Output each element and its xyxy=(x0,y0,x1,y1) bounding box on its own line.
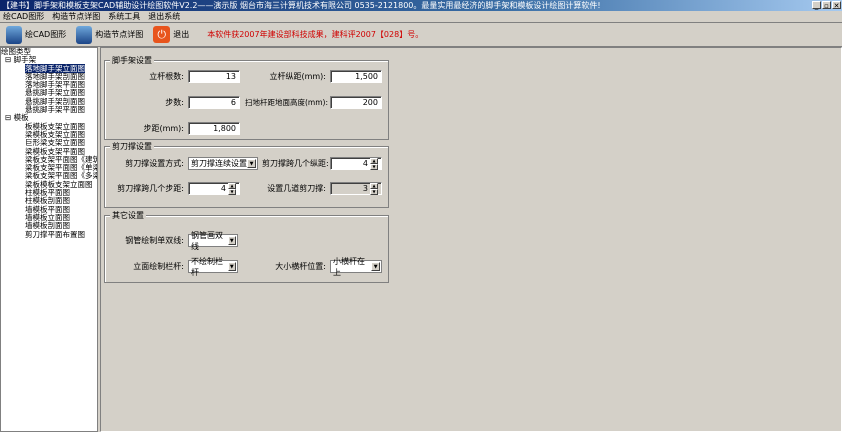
field-label: 大小横杆位置: xyxy=(275,262,326,271)
detail-button[interactable]: 构造节点详图 xyxy=(76,25,144,44)
power-icon: ⏻ xyxy=(153,26,171,43)
field-label: 步数: xyxy=(165,98,184,107)
pole-count-input[interactable]: 13 xyxy=(188,70,240,83)
title-bar: 【建书】脚手架和模板支架CAD辅助设计绘图软件V2.2——演示版 烟台市海三计算… xyxy=(0,0,842,11)
menu-exit[interactable]: 退出系统 xyxy=(148,11,180,22)
field-label: 剪刀撑跨几个纵距: xyxy=(262,159,329,168)
detail-label: 构造节点详图 xyxy=(95,30,144,39)
menu-tools[interactable]: 系统工具 xyxy=(108,11,140,22)
group-title: 脚手架设置 xyxy=(110,55,154,66)
pipe-line-select[interactable]: 钢管画双线 ▼ xyxy=(188,231,238,251)
group-title: 其它设置 xyxy=(110,210,146,221)
field-label: 立杆纵距(mm): xyxy=(269,72,326,81)
field-label: 钢管绘制单双线: xyxy=(125,236,184,245)
brace-settings-group: 剪刀撑设置 剪刀撑设置方式: 剪刀撑连续设置 ▼ 剪刀撑跨几个纵距: 4 ▲ ▼ 剪刀撑跨… xyxy=(104,141,389,208)
drawing-type-tree[interactable]: 绘图类型 ⊟ 脚手架 落地脚手架立面图 落地脚手架剖面图 落地脚手架平面图 悬挑… xyxy=(0,47,98,432)
step-count-input[interactable]: 6 xyxy=(188,96,240,109)
sweep-height-input[interactable]: 200 xyxy=(330,96,382,109)
field-label: 剪刀撑设置方式: xyxy=(125,159,184,168)
brace-mode-select[interactable]: 剪刀撑连续设置 ▼ xyxy=(188,157,258,170)
maximize-button[interactable]: ▫ xyxy=(822,1,831,10)
award-notice: 本软件获2007年建设部科技成果，建科评2007【028】号。 xyxy=(207,30,424,39)
group-title: 剪刀撑设置 xyxy=(110,141,154,152)
chevron-down-icon: ▼ xyxy=(227,262,236,271)
menu-bar: 绘CAD图形 构造节点详图 系统工具 退出系统 xyxy=(0,11,842,22)
draw-cad-label: 绘CAD图形 xyxy=(25,30,67,39)
scaffold-settings-group: 脚手架设置 立杆根数: 13 立杆纵距(mm): 1,500 步数: 6 扫地杆距地面… xyxy=(104,55,389,140)
field-label: 立杆根数: xyxy=(149,72,184,81)
close-button[interactable]: ✕ xyxy=(832,1,841,10)
detail-icon xyxy=(76,25,93,44)
minimize-button[interactable]: _ xyxy=(812,1,821,10)
brace-steps-stepper[interactable]: 4 ▲ ▼ xyxy=(188,182,240,195)
chevron-down-icon: ▼ xyxy=(371,262,380,271)
cad-icon xyxy=(6,25,22,44)
field-label: 扫地杆距地面高度(mm): xyxy=(245,98,328,107)
brace-count-stepper[interactable]: 3 ▲ ▼ xyxy=(330,182,382,195)
chevron-down-icon: ▼ xyxy=(227,236,236,245)
field-label: 步距(mm): xyxy=(143,124,184,133)
field-label: 立面绘制栏杆: xyxy=(133,262,184,271)
toolbar: 绘CAD图形 构造节点详图 ⏻ 退出 本软件获2007年建设部科技成果，建科评20… xyxy=(0,22,842,47)
field-label: 设置几道剪刀撑: xyxy=(267,184,326,193)
tree-item[interactable]: 剪刀撑平面布置图 xyxy=(1,230,97,239)
pole-spacing-input[interactable]: 1,500 xyxy=(330,70,382,83)
exit-label: 退出 xyxy=(173,30,190,39)
bar-position-select[interactable]: 小横杆在上 ▼ xyxy=(330,257,382,277)
window-title: 【建书】脚手架和模板支架CAD辅助设计绘图软件V2.2——演示版 烟台市海三计算… xyxy=(2,1,601,10)
railing-select[interactable]: 不绘制栏杆 ▼ xyxy=(188,257,238,277)
brace-span-stepper[interactable]: 4 ▲ ▼ xyxy=(330,157,382,170)
chevron-down-icon: ▼ xyxy=(247,159,256,168)
menu-draw-cad[interactable]: 绘CAD图形 xyxy=(3,11,44,22)
step-distance-input[interactable]: 1,800 xyxy=(188,122,240,135)
exit-button[interactable]: ⏻ 退出 xyxy=(153,26,189,43)
other-settings-group: 其它设置 钢管绘制单双线: 钢管画双线 ▼ 立面绘制栏杆: 不绘制栏杆 ▼ 大小横杆位置… xyxy=(104,210,389,283)
settings-panel: 脚手架设置 立杆根数: 13 立杆纵距(mm): 1,500 步数: 6 扫地杆距地面… xyxy=(100,47,842,432)
draw-cad-button[interactable]: 绘CAD图形 xyxy=(6,25,67,44)
menu-detail[interactable]: 构造节点详图 xyxy=(52,11,100,22)
field-label: 剪刀撑跨几个步距: xyxy=(117,184,184,193)
